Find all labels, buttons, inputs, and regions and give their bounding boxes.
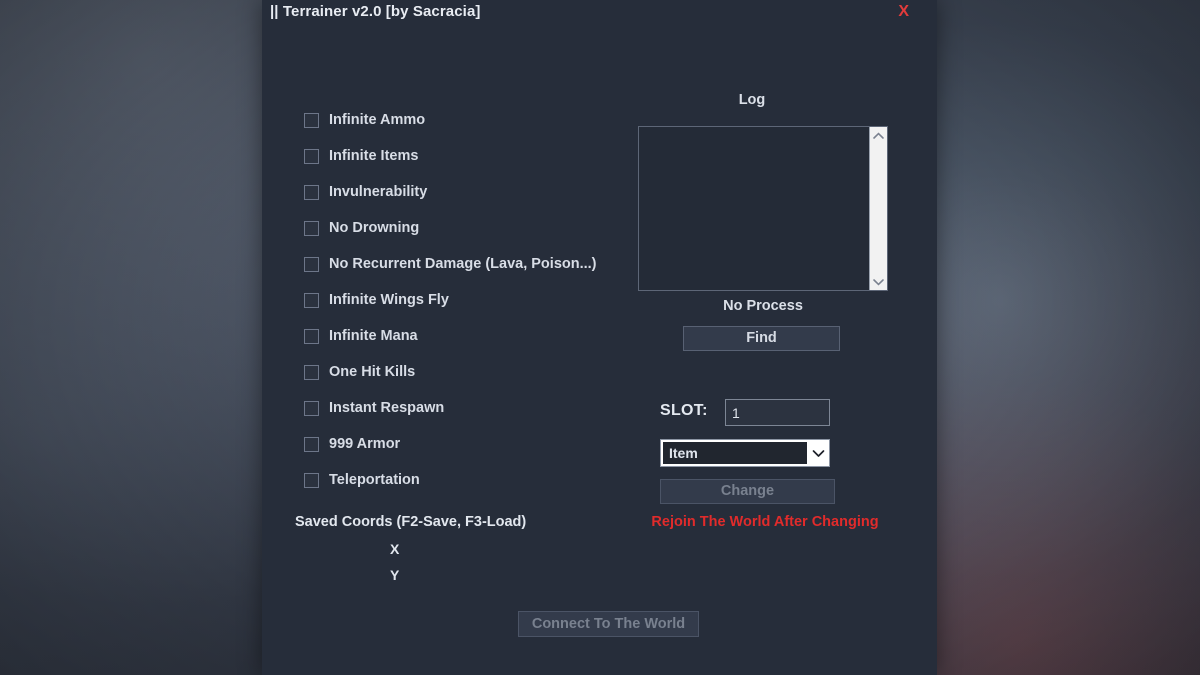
cheat-option-label: 999 Armor <box>329 436 401 452</box>
cheat-option-label: No Recurrent Damage (Lava, Poison...) <box>329 256 597 272</box>
cheat-option-row[interactable]: Invulnerability <box>304 174 654 210</box>
cheat-option-row[interactable]: No Drowning <box>304 210 654 246</box>
chevron-down-icon[interactable] <box>807 440 829 466</box>
cheat-option-label: Teleportation <box>329 472 420 488</box>
item-type-dropdown-value: Item <box>663 442 807 464</box>
checkbox[interactable] <box>304 112 319 128</box>
coord-x-label: X <box>390 541 400 557</box>
trainer-window: || Terrainer v2.0 [by Sacracia] X Infini… <box>262 0 937 675</box>
log-box <box>638 126 888 291</box>
cheat-option-row[interactable]: No Recurrent Damage (Lava, Poison...) <box>304 246 654 282</box>
rejoin-warning: Rejoin The World After Changing <box>651 514 879 530</box>
checkbox[interactable] <box>304 184 319 200</box>
cheat-option-row[interactable]: Infinite Ammo <box>304 102 654 138</box>
slot-label: SLOT: <box>660 402 708 419</box>
cheat-options-list: Infinite Ammo Infinite Items Invulnerabili… <box>304 102 654 498</box>
cheat-option-row[interactable]: Instant Respawn <box>304 390 654 426</box>
screen: || Terrainer v2.0 [by Sacracia] X Infini… <box>0 0 1200 675</box>
cheat-option-label: Infinite Items <box>329 148 419 164</box>
cheat-option-label: Infinite Mana <box>329 328 418 344</box>
window-title: || Terrainer v2.0 [by Sacracia] <box>270 3 481 20</box>
cheat-option-row[interactable]: One Hit Kills <box>304 354 654 390</box>
cheat-option-label: Instant Respawn <box>329 400 445 416</box>
checkbox[interactable] <box>304 292 319 308</box>
checkbox[interactable] <box>304 220 319 236</box>
cheat-option-row[interactable]: 999 Armor <box>304 426 654 462</box>
saved-coords-heading: Saved Coords (F2-Save, F3-Load) <box>295 514 527 530</box>
checkbox[interactable] <box>304 148 319 164</box>
cheat-option-label: One Hit Kills <box>329 364 416 380</box>
checkbox[interactable] <box>304 436 319 452</box>
cheat-option-row[interactable]: Infinite Mana <box>304 318 654 354</box>
chevron-up-icon[interactable] <box>870 127 887 144</box>
cheat-option-label: Infinite Ammo <box>329 112 426 128</box>
cheat-option-row[interactable]: Infinite Items <box>304 138 654 174</box>
title-bar: || Terrainer v2.0 [by Sacracia] X <box>262 0 937 30</box>
log-title: Log <box>738 92 766 108</box>
change-button[interactable]: Change <box>660 479 835 504</box>
cheat-option-label: Invulnerability <box>329 184 428 200</box>
checkbox[interactable] <box>304 472 319 488</box>
process-status: No Process <box>723 298 803 314</box>
cheat-option-row[interactable]: Teleportation <box>304 462 654 498</box>
find-process-button[interactable]: Find <box>683 326 840 351</box>
log-content[interactable] <box>639 127 870 290</box>
cheat-option-label: No Drowning <box>329 220 420 236</box>
checkbox[interactable] <box>304 400 319 416</box>
checkbox[interactable] <box>304 328 319 344</box>
slot-input[interactable] <box>725 399 830 426</box>
checkbox[interactable] <box>304 364 319 380</box>
coord-y-label: Y <box>390 567 400 583</box>
connect-to-world-button[interactable]: Connect To The World <box>518 611 699 637</box>
close-icon[interactable]: X <box>894 2 913 22</box>
log-scrollbar[interactable] <box>869 127 887 290</box>
chevron-down-icon[interactable] <box>870 273 887 290</box>
item-type-dropdown[interactable]: Item <box>660 439 830 467</box>
checkbox[interactable] <box>304 256 319 272</box>
window-body: Infinite Ammo Infinite Items Invulnerabili… <box>262 30 937 675</box>
cheat-option-label: Infinite Wings Fly <box>329 292 449 308</box>
cheat-option-row[interactable]: Infinite Wings Fly <box>304 282 654 318</box>
